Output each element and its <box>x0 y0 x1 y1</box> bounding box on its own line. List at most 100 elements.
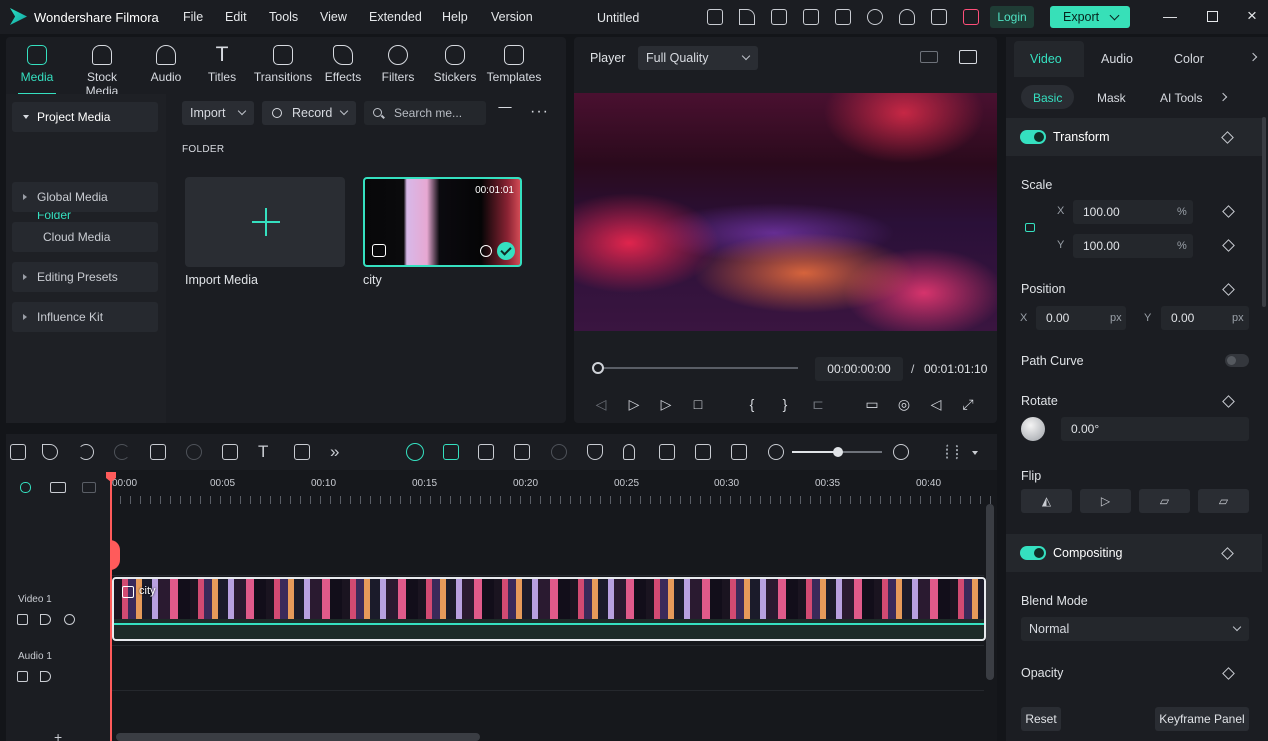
menu-help[interactable]: Help <box>442 10 468 24</box>
auto-highlight-icon[interactable] <box>443 444 459 460</box>
subtab-ai-tools[interactable]: AI Tools <box>1160 91 1202 105</box>
timeline-vertical-scrollbar[interactable] <box>986 504 994 680</box>
maximize-icon[interactable] <box>1207 11 1218 22</box>
stop-icon[interactable]: □ <box>690 396 706 412</box>
add-track-icon[interactable] <box>50 482 66 493</box>
timeline-horizontal-scrollbar[interactable] <box>116 733 480 741</box>
sidebar-item-global-media[interactable]: Global Media <box>12 182 158 212</box>
link-icon[interactable] <box>20 482 31 493</box>
current-timecode[interactable]: 00:00:00:00 <box>815 357 903 381</box>
tab-stock-media[interactable]: Stock Media <box>70 43 134 98</box>
track-manager-icon[interactable] <box>82 482 96 493</box>
layout-icon[interactable] <box>803 9 819 25</box>
transform-toggle[interactable] <box>1020 130 1046 144</box>
display-icon[interactable]: ▭ <box>864 396 880 412</box>
keyframe-diamond-icon[interactable] <box>1221 131 1234 144</box>
mark-out-icon[interactable]: } <box>777 396 793 412</box>
insert-marker-icon[interactable]: ⊏ <box>810 396 826 412</box>
scale-y-field[interactable]: 100.00 <box>1073 234 1193 258</box>
tab-color[interactable]: Color <box>1174 52 1204 66</box>
menu-extended[interactable]: Extended <box>369 10 422 24</box>
menu-file[interactable]: File <box>183 10 203 24</box>
mute-speaker-icon[interactable] <box>40 614 51 625</box>
redo-icon[interactable] <box>114 444 130 460</box>
tab-audio[interactable]: Audio <box>136 43 196 89</box>
rotate-dial[interactable] <box>1021 417 1045 441</box>
undo-icon[interactable] <box>78 444 94 460</box>
chevron-right-icon[interactable] <box>1218 92 1228 102</box>
record-dropdown[interactable]: Record <box>262 101 356 125</box>
close-icon[interactable]: × <box>1245 7 1259 24</box>
scale-x-field[interactable]: 100.00 <box>1073 200 1193 224</box>
login-button[interactable]: Login <box>990 6 1034 28</box>
import-dropdown[interactable]: Import <box>182 101 254 125</box>
microphone-icon[interactable] <box>623 444 635 460</box>
tab-audio-props[interactable]: Audio <box>1101 52 1133 66</box>
playback-scrubber[interactable] <box>598 367 798 369</box>
more-options-icon[interactable]: ··· <box>530 103 549 121</box>
timeline-video-clip[interactable]: city <box>112 577 986 641</box>
add-track-plus-icon[interactable]: + <box>54 729 62 741</box>
send-icon[interactable] <box>739 9 755 25</box>
tab-stickers[interactable]: Stickers <box>425 43 485 89</box>
filter-icon[interactable] <box>498 107 512 119</box>
eye-visibility-icon[interactable] <box>64 614 75 625</box>
reset-button[interactable]: Reset <box>1021 707 1061 731</box>
lock-track-icon[interactable] <box>17 671 28 682</box>
export-button[interactable]: Export <box>1050 6 1130 28</box>
transform-section-header[interactable]: Transform <box>1006 118 1262 156</box>
sidebar-item-influence-kit[interactable]: Influence Kit <box>12 302 158 332</box>
timeline-ruler[interactable] <box>110 496 997 504</box>
playhead[interactable] <box>110 472 112 741</box>
play-frame-icon[interactable]: ▷ <box>626 396 642 412</box>
cloud-icon[interactable] <box>867 9 883 25</box>
image-icon[interactable] <box>771 9 787 25</box>
ai-edit-icon[interactable] <box>478 444 494 460</box>
chevron-right-icon[interactable] <box>1248 52 1258 62</box>
subtab-basic[interactable]: Basic <box>1033 91 1062 105</box>
save-icon[interactable] <box>835 9 851 25</box>
video-effect-icon[interactable] <box>514 444 530 460</box>
shape-icon[interactable] <box>294 444 310 460</box>
tab-media[interactable]: Media <box>6 43 68 95</box>
split-scissors-icon[interactable] <box>186 444 202 460</box>
volume-icon[interactable]: ◁ <box>928 396 944 412</box>
menu-view[interactable]: View <box>320 10 347 24</box>
grid-view-icon[interactable] <box>920 51 938 63</box>
keyframe-diamond-icon[interactable] <box>1222 205 1235 218</box>
cart-icon[interactable] <box>963 9 979 25</box>
keyframe-diamond-icon[interactable] <box>1221 547 1234 560</box>
tab-effects[interactable]: Effects <box>314 43 372 89</box>
scrubber-handle[interactable] <box>592 362 604 374</box>
menu-version[interactable]: Version <box>491 10 533 24</box>
playhead-marker[interactable] <box>110 540 120 570</box>
ai-assistant-icon[interactable] <box>406 443 424 461</box>
headset-icon[interactable] <box>899 9 915 25</box>
zoom-in-icon[interactable] <box>893 444 909 460</box>
clip-settings-icon[interactable] <box>695 444 711 460</box>
properties-scrollbar[interactable] <box>1262 117 1266 307</box>
speed-icon[interactable] <box>551 444 567 460</box>
delete-icon[interactable] <box>150 444 166 460</box>
fullscreen-icon[interactable]: ⤢ <box>960 396 976 412</box>
snapshot-image-icon[interactable] <box>959 50 977 64</box>
zoom-slider-handle[interactable] <box>833 447 843 457</box>
track-density-icon[interactable] <box>946 444 958 460</box>
tab-filters[interactable]: Filters <box>368 43 428 89</box>
mark-in-icon[interactable]: { <box>744 396 760 412</box>
keyframe-diamond-icon[interactable] <box>1222 283 1235 296</box>
media-clip-city[interactable]: 00:01:01 <box>363 177 522 267</box>
tab-templates[interactable]: Templates <box>483 43 545 89</box>
crop-icon[interactable] <box>222 444 238 460</box>
lock-icon[interactable] <box>1025 223 1035 232</box>
keyframe-diamond-icon[interactable] <box>1222 395 1235 408</box>
keyframe-panel-button[interactable]: Keyframe Panel <box>1155 707 1249 731</box>
sidebar-item-editing-presets[interactable]: Editing Presets <box>12 262 158 292</box>
quality-dropdown[interactable]: Full Quality <box>638 46 758 70</box>
rotate-counterclockwise-button[interactable]: ▱ <box>1198 489 1249 513</box>
gift-icon[interactable] <box>707 9 723 25</box>
flip-vertical-button[interactable]: ▷ <box>1080 489 1131 513</box>
sidebar-item-cloud-media[interactable]: Cloud Media <box>12 222 158 252</box>
audio-sync-icon[interactable] <box>659 444 675 460</box>
tab-transitions[interactable]: Transitions <box>252 43 314 89</box>
